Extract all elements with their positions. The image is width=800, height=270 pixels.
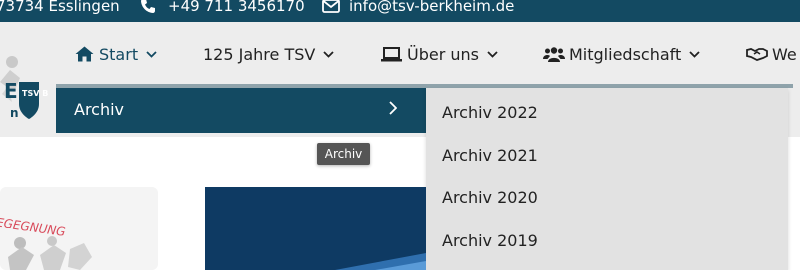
nav-item-ueber-uns[interactable]: Über uns: [381, 43, 498, 65]
chevron-down-icon: [689, 50, 700, 58]
card-caption: EGEGNUNG: [0, 215, 66, 239]
logo-letter: E: [4, 79, 18, 103]
email-link[interactable]: info@tsv-berkheim.de: [322, 0, 514, 15]
top-info-bar: 73734 Esslingen +49 711 3456170 info@tsv…: [0, 0, 800, 22]
phone-icon: [141, 0, 155, 13]
address-label: 73734 Esslingen: [0, 0, 120, 15]
nav-item-mitgliedschaft[interactable]: Mitgliedschaft: [543, 43, 700, 65]
card-graphic: EGEGNUNG: [0, 215, 92, 270]
laptop-icon: [381, 46, 402, 61]
hero-graphic: [335, 253, 426, 270]
tooltip: Archiv: [317, 143, 370, 165]
handshake-icon: [746, 48, 768, 61]
email-address: info@tsv-berkheim.de: [349, 0, 515, 15]
logo-graphic: E n TSV B: [0, 56, 48, 120]
submenu-item-archiv-2021[interactable]: Archiv 2021: [442, 146, 538, 165]
hero-banner[interactable]: [205, 187, 426, 270]
nav-item-125-jahre[interactable]: 125 Jahre TSV: [203, 43, 334, 65]
nav-label-125-jahre: 125 Jahre TSV: [203, 44, 316, 64]
archiv-submenu: Archiv 2022 Archiv 2021 Archiv 2020 Arch…: [426, 88, 788, 270]
phone-number: +49 711 3456170: [168, 0, 305, 15]
submenu-item-archiv-2022[interactable]: Archiv 2022: [442, 103, 538, 122]
logo-subtext: n: [10, 106, 19, 120]
dropdown-item-archiv-label: Archiv: [74, 100, 125, 119]
logo-badge-text: TSV B: [22, 89, 48, 98]
phone-link[interactable]: +49 711 3456170: [140, 0, 305, 15]
users-icon: [543, 46, 565, 62]
nav-label-start: Start: [99, 44, 139, 64]
chevron-down-icon: [487, 50, 498, 58]
nav-item-start[interactable]: Start: [75, 43, 157, 65]
address-text: 73734 Esslingen: [0, 0, 120, 15]
nav-item-partial[interactable]: We: [746, 43, 797, 65]
chevron-down-icon: [146, 50, 157, 58]
submenu-item-archiv-2020[interactable]: Archiv 2020: [442, 188, 538, 207]
nav-label-ueber-uns: Über uns: [407, 44, 479, 64]
envelope-icon: [322, 0, 340, 13]
club-logo[interactable]: E n TSV B: [0, 22, 56, 137]
dropdown-item-archiv[interactable]: Archiv: [56, 88, 426, 133]
encounter-card[interactable]: EGEGNUNG: [0, 187, 158, 270]
home-icon: [75, 46, 94, 62]
chevron-down-icon: [323, 50, 334, 58]
nav-label-mitgliedschaft: Mitgliedschaft: [569, 44, 682, 64]
nav-label-partial: We: [772, 44, 797, 64]
submenu-item-archiv-2019[interactable]: Archiv 2019: [442, 231, 538, 250]
chevron-right-icon: [389, 101, 397, 115]
